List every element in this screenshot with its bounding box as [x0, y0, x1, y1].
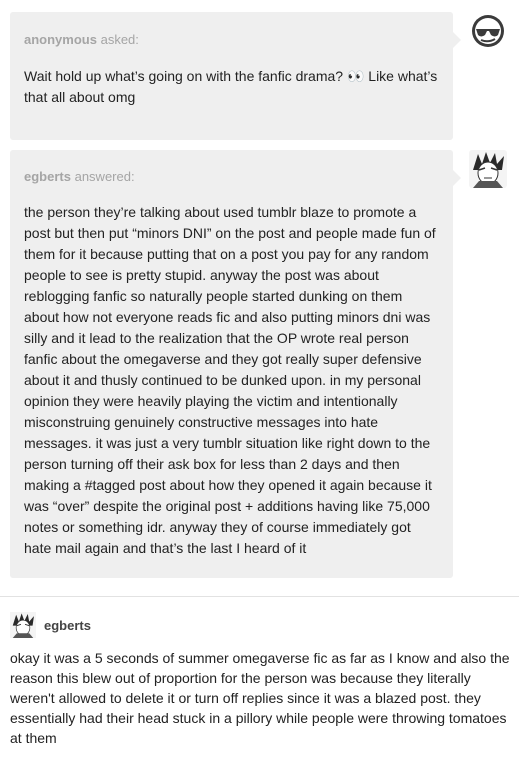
ask-author-link[interactable]: anonymous: [24, 32, 97, 47]
post-divider: [0, 596, 519, 597]
answer-meta: egberts answered:: [24, 169, 135, 184]
ask-avatar[interactable]: [469, 12, 507, 50]
reblog-avatar[interactable]: [10, 612, 36, 638]
ask-bubble: anonymous asked: Wait hold up what’s goi…: [10, 12, 461, 140]
manga-character-avatar-icon: [469, 150, 507, 188]
answer-author-link[interactable]: egberts: [24, 169, 71, 184]
answer-bubble: egberts answered: the person they’re tal…: [10, 150, 461, 578]
manga-character-avatar-icon: [10, 612, 36, 638]
ask-meta: anonymous asked:: [24, 32, 139, 47]
answer-verb: answered:: [74, 169, 135, 184]
answer-avatar[interactable]: [469, 150, 507, 188]
answer-message: the person they’re talking about used tu…: [24, 204, 436, 556]
reblog-message: okay it was a 5 seconds of summer omegav…: [10, 650, 510, 746]
ask-message: Wait hold up what’s going on with the fa…: [24, 68, 438, 105]
ask-verb: asked:: [100, 32, 139, 47]
reblog-author-link[interactable]: egberts: [44, 618, 91, 633]
sunglasses-face-icon: [469, 12, 507, 50]
